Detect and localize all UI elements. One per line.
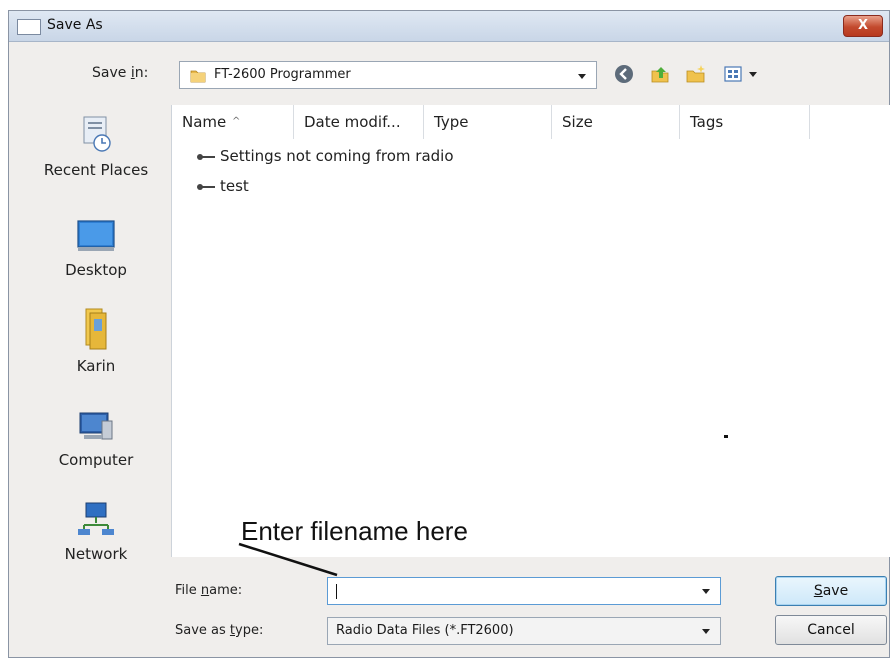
views-icon[interactable] <box>723 63 745 85</box>
chevron-down-icon <box>578 74 586 79</box>
savetype-value: Radio Data Files (*.FT2600) <box>336 623 514 638</box>
sort-ascending-icon: ^ <box>232 116 241 127</box>
column-header-name[interactable]: Name ^ <box>172 105 294 139</box>
place-karin[interactable]: Karin <box>23 305 169 375</box>
column-header-type[interactable]: Type <box>424 105 552 139</box>
column-header-label: Size <box>562 113 593 131</box>
place-label: Karin <box>76 357 116 375</box>
new-folder-icon[interactable] <box>685 63 707 85</box>
save-in-label: Save in: <box>92 65 148 81</box>
file-icon <box>197 153 215 160</box>
back-icon[interactable] <box>613 63 635 85</box>
user-folder-icon <box>85 308 107 350</box>
close-button[interactable]: X <box>843 15 883 37</box>
savetype-label: Save as type: <box>175 623 263 638</box>
place-label: Network <box>64 545 128 563</box>
filename-label-accelerator: n <box>200 583 210 598</box>
place-desktop[interactable]: Desktop <box>23 213 169 279</box>
column-header-label: Name <box>182 113 227 131</box>
place-label: Desktop <box>65 261 127 279</box>
column-header-tags[interactable]: Tags <box>680 105 810 139</box>
place-recent-places[interactable]: Recent Places <box>23 113 169 179</box>
computer-icon <box>79 412 113 440</box>
filename-label: File name: <box>175 583 242 598</box>
column-header-label: Tags <box>690 113 724 131</box>
window-title: Save As <box>47 17 103 33</box>
place-label: Computer <box>58 451 134 469</box>
savetype-dropdown[interactable]: Radio Data Files (*.FT2600) <box>327 617 721 645</box>
file-row[interactable]: Settings not coming from radio <box>196 147 454 165</box>
file-name: test <box>220 177 249 195</box>
filename-label-text-pre: File <box>175 583 201 598</box>
place-label: Recent Places <box>43 161 149 179</box>
up-folder-icon[interactable] <box>649 63 671 85</box>
file-list[interactable]: Name ^ Date modif... Type Size Tags Sett… <box>171 105 890 557</box>
column-header-size[interactable]: Size <box>552 105 680 139</box>
file-name: Settings not coming from radio <box>220 147 454 165</box>
save-button[interactable]: Save <box>775 576 887 606</box>
save-as-dialog: Save As X Save in: FT-2600 Programmer Re… <box>8 10 890 658</box>
place-network[interactable]: Network <box>23 497 169 563</box>
chevron-down-icon[interactable] <box>702 589 710 594</box>
save-in-label-text-pre: Save <box>92 65 131 81</box>
annotation-arrow <box>238 542 338 577</box>
chevron-down-icon <box>702 629 710 634</box>
recent-places-icon <box>83 116 111 152</box>
column-header-label: Date modif... <box>304 113 401 131</box>
places-bar: Recent Places Desktop Karin Computer Net… <box>23 105 169 575</box>
file-row[interactable]: test <box>196 177 249 195</box>
save-button-accelerator: S <box>813 583 823 599</box>
column-header-label: Type <box>434 113 469 131</box>
network-icon <box>78 502 114 535</box>
stray-mark <box>724 435 728 438</box>
savetype-label-text-post: ype: <box>235 623 264 638</box>
savetype-label-text-pre: Save as <box>175 623 230 638</box>
file-icon <box>197 183 215 190</box>
place-computer[interactable]: Computer <box>23 403 169 469</box>
save-in-dropdown[interactable]: FT-2600 Programmer <box>179 61 597 89</box>
window-icon <box>17 19 41 35</box>
folder-icon <box>190 70 206 83</box>
current-folder-name: FT-2600 Programmer <box>214 67 351 82</box>
filename-input[interactable] <box>327 577 721 605</box>
text-cursor <box>336 584 337 599</box>
views-chevron-down-icon[interactable] <box>749 72 757 77</box>
filename-label-text-post: ame: <box>209 583 243 598</box>
title-bar[interactable]: Save As X <box>9 11 889 42</box>
save-in-label-text-post: n: <box>134 65 149 81</box>
column-header-date-modified[interactable]: Date modif... <box>294 105 424 139</box>
save-button-label: ave <box>822 583 849 599</box>
desktop-icon <box>77 220 115 251</box>
cancel-button[interactable]: Cancel <box>775 615 887 645</box>
